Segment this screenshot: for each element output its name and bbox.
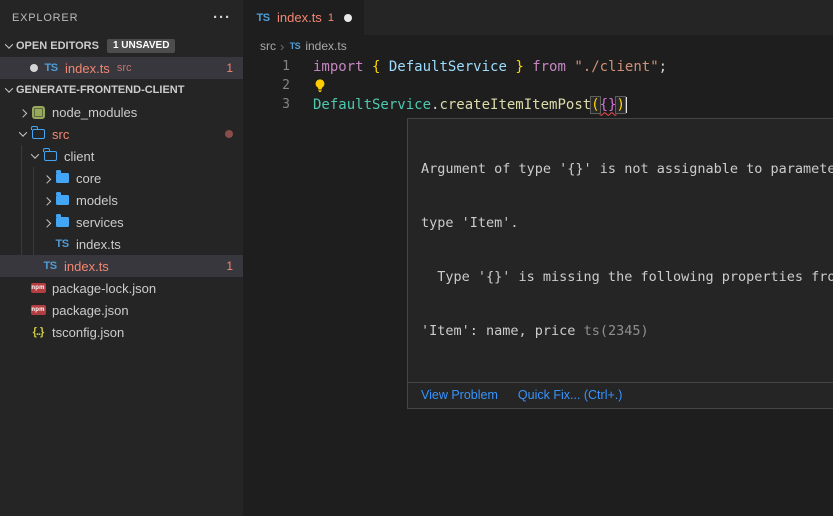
unsaved-badge: 1 UNSAVED (107, 39, 176, 53)
error-message-line: Argument of type '{}' is not assignable … (421, 160, 833, 178)
view-problem-link[interactable]: View Problem (421, 388, 498, 402)
modified-indicator-dot (225, 130, 233, 138)
line-number: 2 (243, 78, 290, 93)
chevron-down-icon (2, 83, 16, 97)
tree-item-client[interactable]: client (0, 145, 243, 167)
explorer-sidebar: EXPLORER ··· OPEN EDITORS 1 UNSAVED TS i… (0, 0, 243, 516)
package-folder-icon (30, 106, 46, 119)
breadcrumb-folder[interactable]: src (260, 39, 276, 53)
code-line-2: 2 (243, 76, 833, 95)
chevron-right-icon (40, 171, 54, 185)
explorer-header: EXPLORER ··· (0, 0, 243, 35)
open-editor-item-index-ts[interactable]: TS index.ts src 1 (0, 57, 243, 79)
error-message: Argument of type '{}' is not assignable … (408, 119, 833, 382)
typescript-file-icon: TS (288, 41, 301, 51)
chevron-right-icon (40, 193, 54, 207)
error-code-ref: ts(2345) (584, 323, 649, 339)
tree-item-core[interactable]: core (0, 167, 243, 189)
chevron-down-icon (28, 149, 42, 163)
tree-item-services[interactable]: services (0, 211, 243, 233)
tree-item-client-index-ts[interactable]: TS index.ts (0, 233, 243, 255)
tree-item-models[interactable]: models (0, 189, 243, 211)
typescript-file-icon: TS (43, 62, 59, 74)
error-count-badge: 1 (226, 259, 233, 273)
explorer-title: EXPLORER (12, 12, 78, 24)
typescript-file-icon: TS (54, 238, 70, 250)
tree-item-node-modules[interactable]: node_modules (0, 101, 243, 123)
npm-file-icon: npm (30, 305, 46, 315)
open-editors-label: OPEN EDITORS (16, 40, 99, 52)
chevron-down-icon (2, 39, 16, 53)
tab-index-ts[interactable]: TS index.ts 1 (243, 0, 364, 35)
tree-item-src-index-ts[interactable]: TS index.ts 1 (0, 255, 243, 277)
error-hover-tooltip: Argument of type '{}' is not assignable … (407, 118, 833, 409)
quick-fix-link[interactable]: Quick Fix... (Ctrl+.) (518, 388, 623, 402)
json-config-file-icon: {..} (30, 326, 46, 338)
vscode-window: EXPLORER ··· OPEN EDITORS 1 UNSAVED TS i… (0, 0, 833, 516)
folder-open-icon (42, 151, 58, 161)
more-actions-icon[interactable]: ··· (213, 9, 231, 26)
tab-error-count: 1 (328, 12, 334, 24)
workspace-label: GENERATE-FRONTEND-CLIENT (16, 84, 184, 96)
line-number: 3 (243, 97, 290, 112)
error-count-badge: 1 (226, 61, 233, 75)
error-message-line: type 'Item'. (421, 214, 833, 232)
error-message-line: Type '{}' is missing the following prope… (421, 268, 833, 286)
line-number: 1 (243, 59, 290, 74)
tree-item-src[interactable]: src (0, 123, 243, 145)
breadcrumb: src › TS index.ts (243, 35, 833, 57)
file-tree: node_modules src client core (0, 101, 243, 343)
typescript-file-icon: TS (42, 260, 58, 272)
tab-bar: TS index.ts 1 (243, 0, 833, 35)
open-editors-section-header[interactable]: OPEN EDITORS 1 UNSAVED (0, 35, 243, 57)
open-editor-file-name: index.ts (65, 61, 110, 76)
hover-actions: View Problem Quick Fix... (Ctrl+.) (408, 382, 833, 408)
modified-dot-icon (30, 64, 38, 72)
breadcrumb-separator: › (280, 39, 284, 54)
folder-icon (54, 217, 70, 227)
open-editor-file-path: src (117, 62, 132, 74)
typescript-file-icon: TS (255, 12, 271, 24)
lightbulb-icon[interactable] (313, 78, 327, 93)
folder-icon (54, 173, 70, 183)
folder-open-icon (30, 129, 46, 139)
folder-icon (54, 195, 70, 205)
tab-label: index.ts (277, 10, 322, 25)
tab-modified-dot[interactable] (344, 14, 352, 22)
workspace-section-header[interactable]: GENERATE-FRONTEND-CLIENT (0, 79, 243, 101)
code-line-1: 1 import { DefaultService } from "./clie… (243, 57, 833, 76)
tree-item-tsconfig-json[interactable]: {..} tsconfig.json (0, 321, 243, 343)
tree-item-package-json[interactable]: npm package.json (0, 299, 243, 321)
tree-item-package-lock-json[interactable]: npm package-lock.json (0, 277, 243, 299)
text-cursor (626, 97, 628, 113)
breadcrumb-file[interactable]: index.ts (305, 39, 346, 53)
chevron-right-icon (16, 105, 30, 119)
npm-file-icon: npm (30, 283, 46, 293)
chevron-down-icon (16, 127, 30, 141)
chevron-right-icon (40, 215, 54, 229)
code-line-3: 3 DefaultService.createItemItemPost({}) (243, 95, 833, 114)
error-message-line: 'Item': name, price ts(2345) (421, 322, 833, 340)
